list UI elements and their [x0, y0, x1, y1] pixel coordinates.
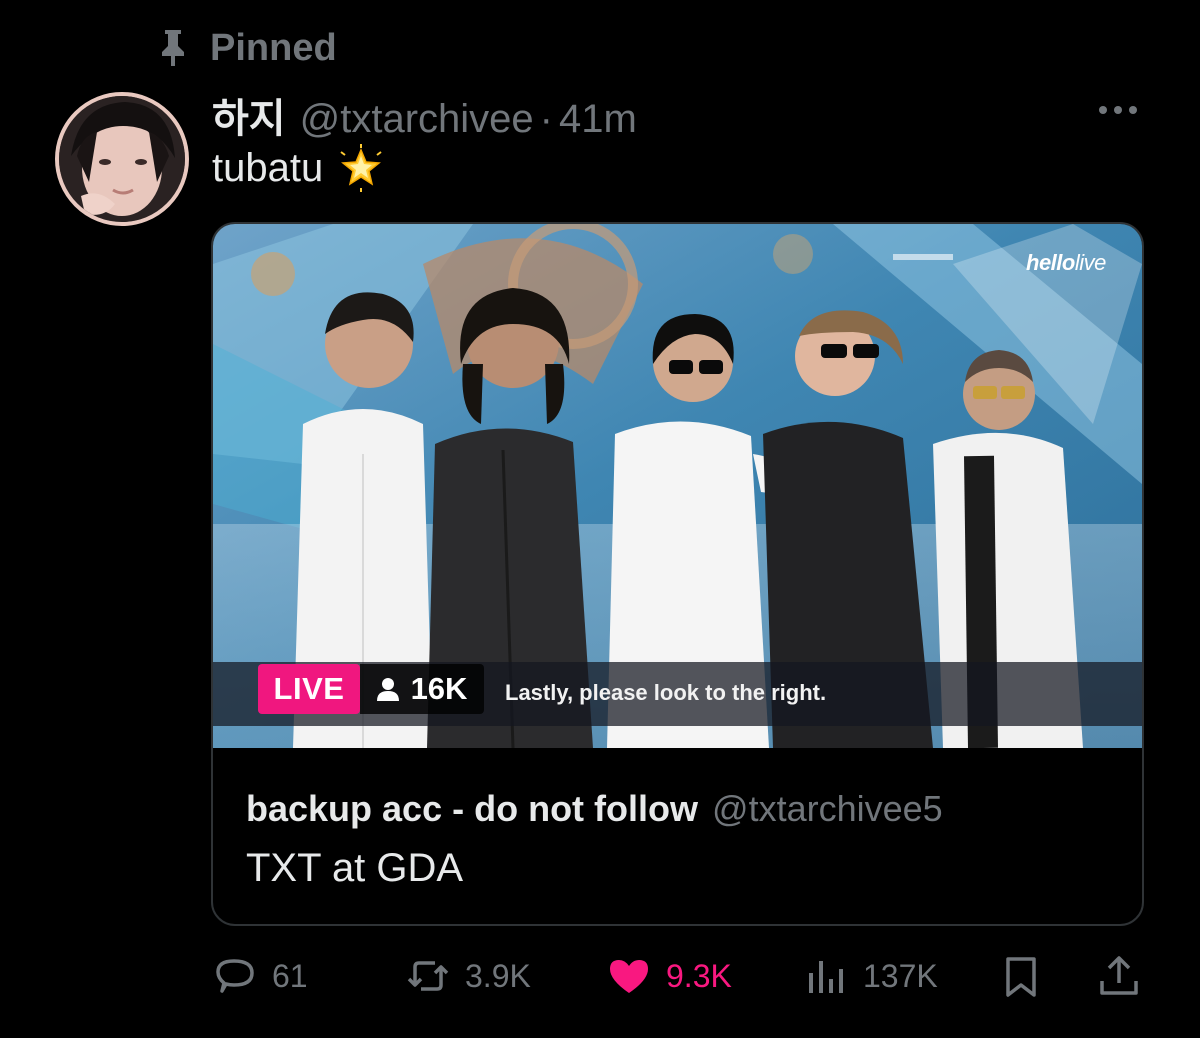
- reply-button[interactable]: 61: [212, 948, 308, 1004]
- tweet-text: tubatu: [212, 144, 385, 192]
- heart-icon: [610, 960, 648, 993]
- quoted-author-row: backup acc - do not follow @txtarchivee5: [246, 788, 943, 830]
- viewer-count: 16K: [410, 671, 468, 706]
- tweet-action-bar: 61 3.9K 9.3K 137K: [212, 948, 1152, 1004]
- viewer-count-badge: 16K: [360, 664, 484, 714]
- repost-count: 3.9K: [465, 957, 531, 994]
- person-icon: [376, 678, 399, 701]
- like-button[interactable]: 9.3K: [606, 948, 732, 1004]
- pinned-indicator: Pinned: [156, 26, 337, 70]
- quoted-tweet-text: TXT at GDA: [246, 846, 464, 890]
- reply-icon: [216, 959, 254, 993]
- live-badge: LIVE: [258, 664, 360, 714]
- like-count: 9.3K: [666, 957, 732, 994]
- hellolive-logo: hellolive: [1026, 250, 1106, 276]
- timestamp[interactable]: 41m: [559, 97, 637, 142]
- brand-bold: hello: [1026, 250, 1075, 275]
- more-icon: [1099, 106, 1137, 114]
- reply-count: 61: [272, 957, 308, 994]
- repost-button[interactable]: 3.9K: [405, 948, 531, 1004]
- tweet-page: Pinned 하지 @txtarchivee · 41m tubatu hell…: [0, 0, 1200, 1038]
- live-caption: Lastly, please look to the right.: [505, 680, 827, 705]
- quoted-author-name[interactable]: backup acc - do not follow: [246, 788, 698, 830]
- views-button[interactable]: 137K: [803, 948, 938, 1004]
- separator-dot: ·: [539, 97, 553, 141]
- share-icon: [1100, 956, 1138, 995]
- tweet-header: 하지 @txtarchivee · 41m: [212, 86, 637, 141]
- views-icon: [809, 961, 843, 993]
- display-name[interactable]: 하지: [212, 86, 286, 144]
- tweet-body: tubatu: [212, 145, 324, 190]
- avatar[interactable]: [55, 92, 189, 226]
- avatar-photo: [59, 96, 185, 222]
- pinned-label: Pinned: [210, 26, 337, 69]
- pin-icon: [162, 30, 184, 66]
- brand-light: live: [1074, 250, 1107, 275]
- quoted-tweet-card[interactable]: hellolive LIVE 16K Lastly, please look t…: [211, 222, 1144, 926]
- live-video-media[interactable]: hellolive LIVE 16K Lastly, please look t…: [213, 224, 1142, 748]
- bookmark-icon: [1006, 957, 1036, 997]
- more-options-button[interactable]: [1094, 92, 1142, 128]
- user-handle[interactable]: @txtarchivee: [300, 97, 534, 142]
- repost-icon: [407, 961, 449, 991]
- glowing-star-icon: [340, 144, 382, 192]
- share-button[interactable]: [1096, 948, 1142, 1004]
- quoted-author-handle[interactable]: @txtarchivee5: [712, 788, 943, 830]
- bookmark-button[interactable]: [998, 948, 1044, 1004]
- views-count: 137K: [863, 957, 938, 994]
